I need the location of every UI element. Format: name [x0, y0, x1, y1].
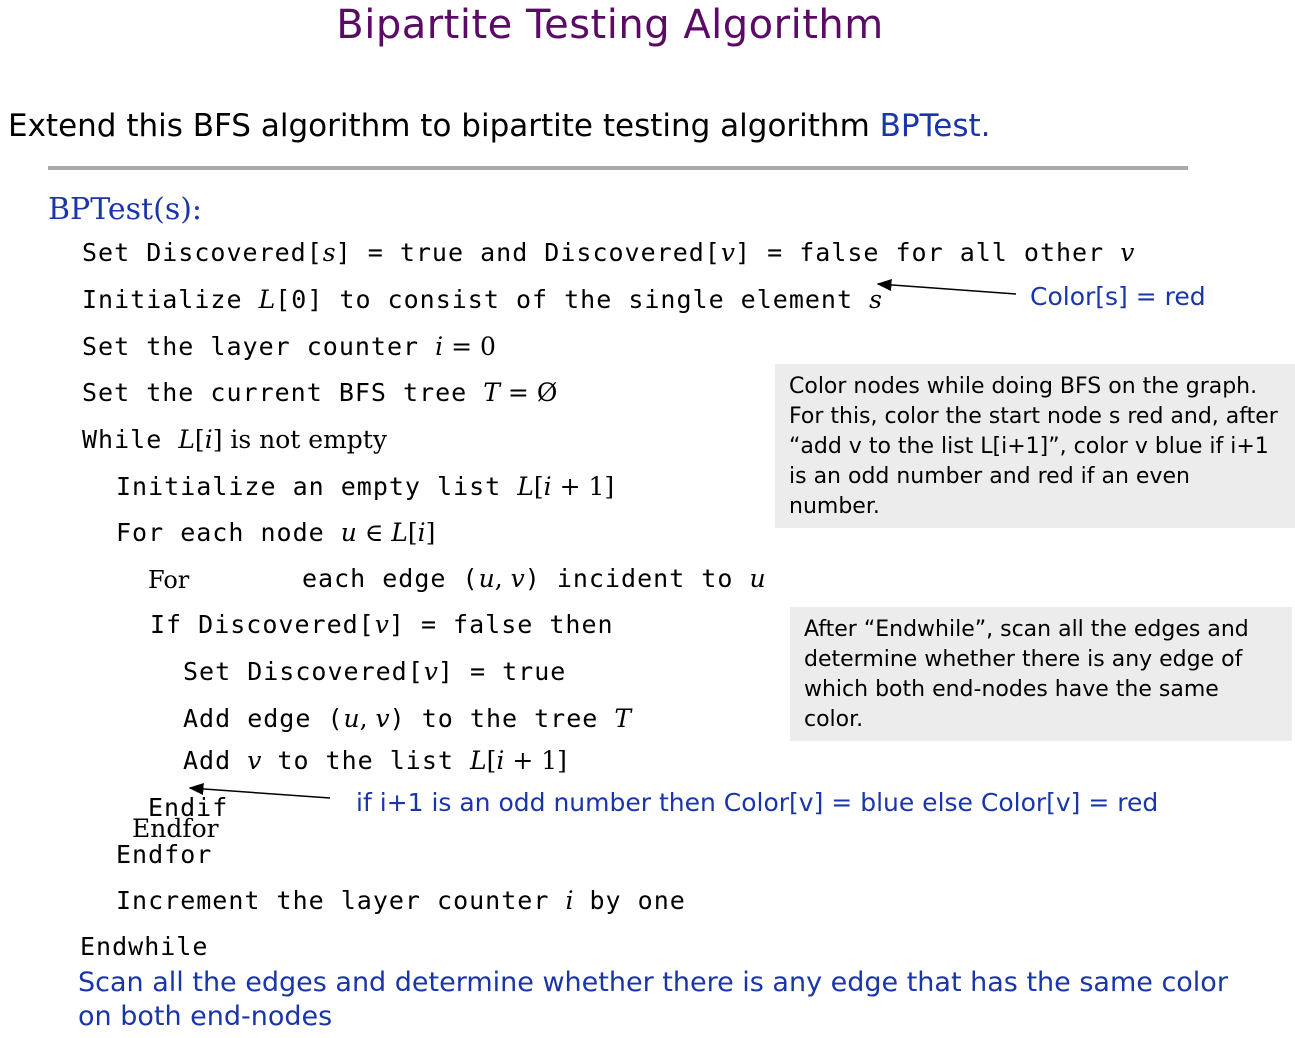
arrow-to-s — [876, 278, 1017, 295]
arrow-to-add-v — [188, 782, 331, 799]
arrows-layer — [188, 278, 1017, 799]
